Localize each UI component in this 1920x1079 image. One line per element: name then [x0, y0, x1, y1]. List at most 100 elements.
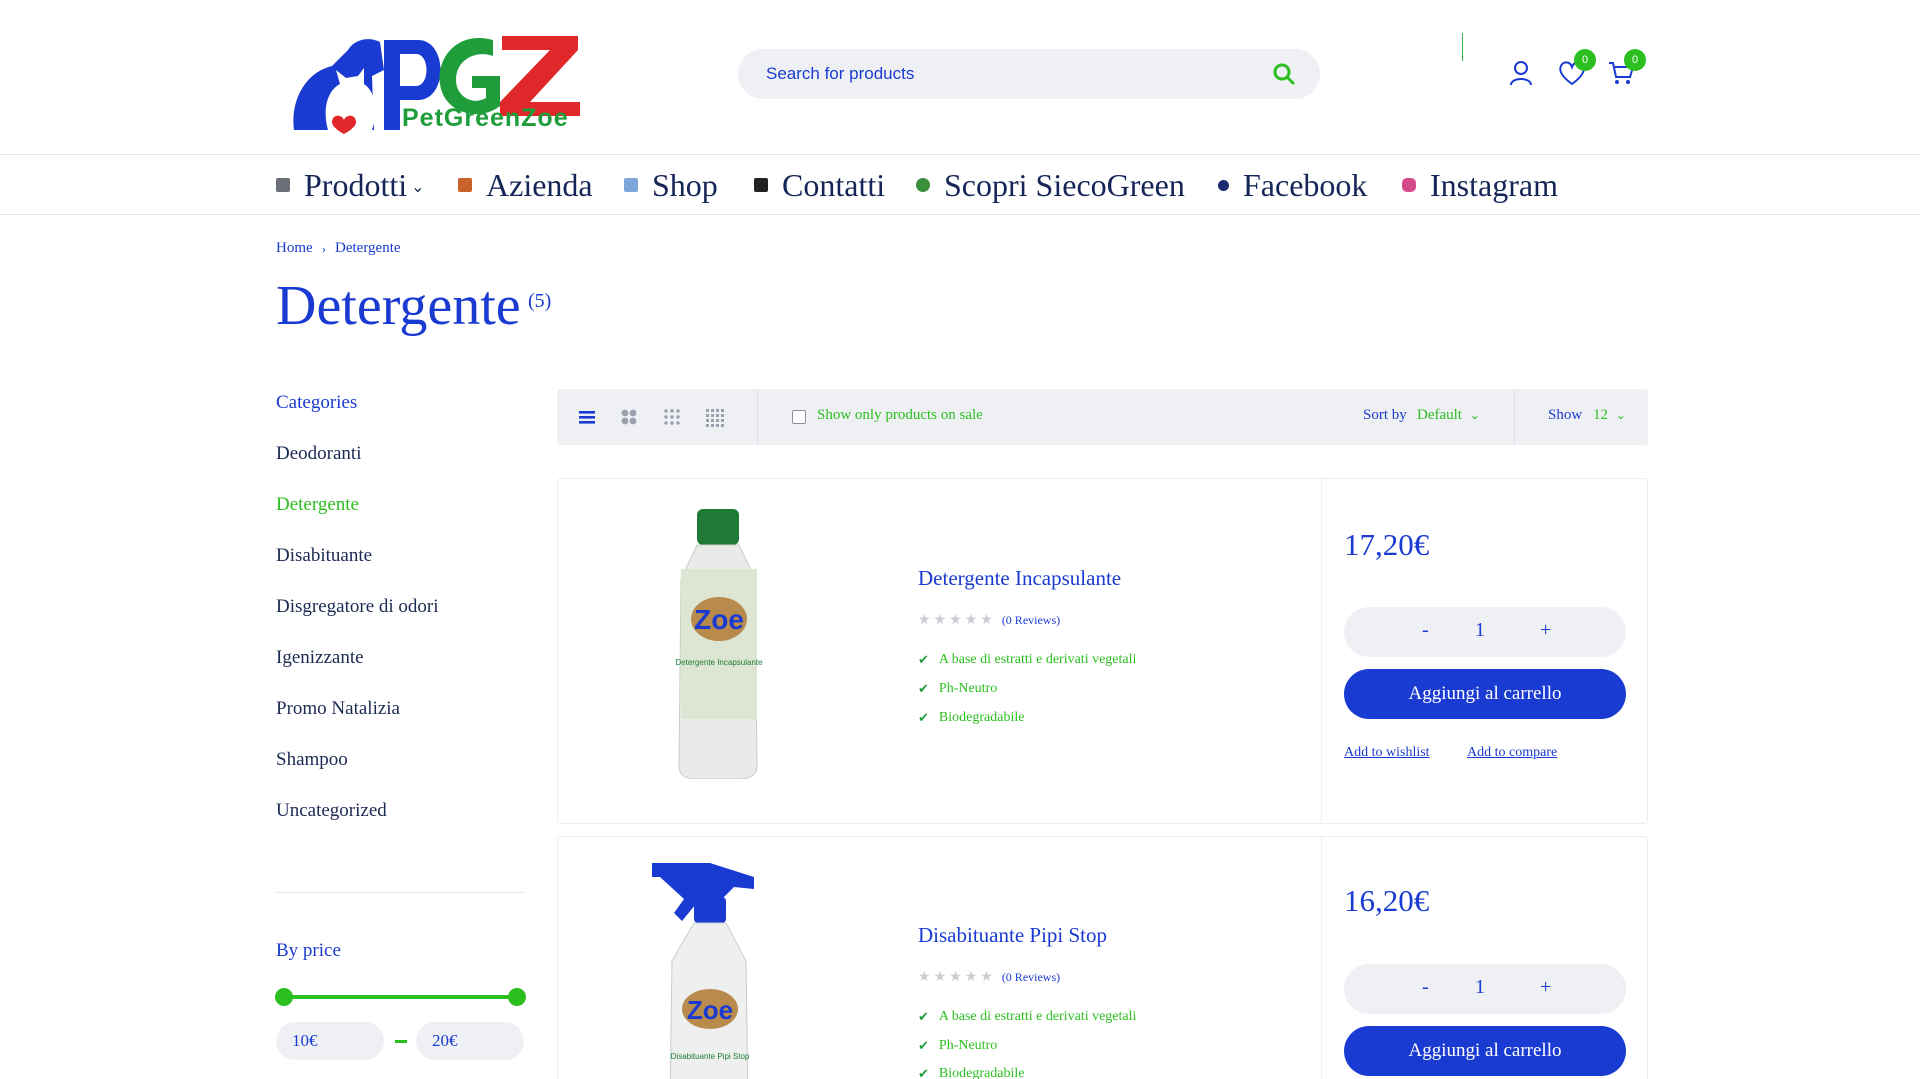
- quantity-value[interactable]: 1: [1475, 619, 1485, 642]
- nav-item-instagram[interactable]: Instagram: [1402, 161, 1558, 209]
- quantity-stepper: - 1 +: [1344, 607, 1626, 657]
- star-icon: ★: [980, 970, 993, 985]
- star-icon: ★: [918, 613, 931, 628]
- quantity-increase-button[interactable]: +: [1540, 619, 1551, 642]
- price-min-input[interactable]: 10€: [276, 1022, 384, 1060]
- account-icon[interactable]: [1506, 58, 1536, 88]
- check-icon: ✔: [918, 652, 929, 668]
- chevron-right-icon: ›: [321, 240, 327, 256]
- quantity-decrease-button[interactable]: -: [1422, 619, 1429, 642]
- logo-text: PetGreenZoe: [402, 104, 569, 132]
- category-link[interactable]: Promo Natalizia: [276, 698, 400, 720]
- check-icon: ✔: [918, 1066, 929, 1079]
- shop-icon: [624, 178, 638, 192]
- rating-stars: ★ ★ ★ ★ ★ (0 Reviews): [918, 612, 1060, 629]
- quantity-increase-button[interactable]: +: [1540, 976, 1551, 999]
- reviews-link[interactable]: (0 Reviews): [1002, 613, 1060, 628]
- breadcrumb-home-link[interactable]: Home: [276, 240, 313, 257]
- category-link[interactable]: Shampoo: [276, 749, 348, 771]
- nav-item-shop[interactable]: Shop: [624, 161, 718, 209]
- bottle-brand-text: Zoe: [687, 995, 733, 1025]
- star-icon: ★: [964, 970, 978, 985]
- feature-text: A base di estratti e derivati vegetali: [938, 1009, 1137, 1024]
- header-divider: [1462, 33, 1463, 61]
- list-view-icon[interactable]: [576, 406, 598, 428]
- categories-heading: Categories: [276, 392, 358, 413]
- site-header: PetGreenZoe 0 0: [0, 0, 1920, 155]
- per-page-dropdown[interactable]: 12 ⌄: [1593, 407, 1626, 424]
- bottle-label-text: Disabituante Pipi Stop: [671, 1052, 750, 1061]
- check-icon: ✔: [918, 710, 929, 726]
- feature-text: Biodegradabile: [938, 710, 1025, 725]
- feature-text: Ph-Neutro: [938, 681, 998, 696]
- feature-item: ✔ Ph-Neutro: [918, 1038, 997, 1054]
- product-price: 16,20€: [1344, 883, 1430, 918]
- product-card: Zoe Disabituante Pipi Stop Disabituante …: [557, 836, 1648, 1079]
- star-icon: ★: [964, 613, 978, 628]
- nav-item-label: Azienda: [486, 166, 593, 203]
- product-price: 17,20€: [1344, 527, 1430, 562]
- sort-label: Sort by: [1363, 407, 1407, 423]
- quantity-value[interactable]: 1: [1475, 976, 1485, 999]
- grid-4-view-icon[interactable]: [703, 406, 725, 428]
- nav-item-scopri-siecogreen[interactable]: Scopri SiecoGreen: [916, 161, 1185, 209]
- price-slider-min-handle[interactable]: [275, 988, 293, 1006]
- search-icon[interactable]: [1271, 61, 1297, 87]
- check-icon: ✔: [918, 1038, 929, 1054]
- nav-item-azienda[interactable]: Azienda: [458, 161, 593, 209]
- check-icon: ✔: [918, 681, 929, 697]
- on-sale-checkbox[interactable]: [792, 410, 806, 424]
- wishlist-count-badge: 0: [1574, 49, 1596, 71]
- per-page-dropdown-value: 12: [1593, 407, 1608, 423]
- category-link[interactable]: Disabituante: [276, 545, 372, 567]
- category-link[interactable]: Igenizzante: [276, 647, 364, 669]
- product-image[interactable]: Zoe Detergente Incapsulante: [673, 509, 763, 779]
- site-logo[interactable]: PetGreenZoe: [288, 10, 593, 140]
- page-title: Detergente: [276, 275, 521, 337]
- reviews-link[interactable]: (0 Reviews): [1002, 970, 1060, 985]
- breadcrumb-current: Detergente: [335, 240, 401, 256]
- contact-card-icon: [754, 178, 768, 192]
- star-icon: ★: [918, 970, 931, 985]
- search-input[interactable]: [766, 49, 1246, 99]
- on-sale-label[interactable]: Show only products on sale: [817, 407, 983, 424]
- add-to-cart-button[interactable]: Aggiungi al carrello: [1344, 669, 1626, 719]
- price-slider-track[interactable]: [282, 995, 516, 999]
- category-link[interactable]: Deodoranti: [276, 443, 361, 465]
- quantity-decrease-button[interactable]: -: [1422, 976, 1429, 999]
- add-to-compare-link[interactable]: Add to compare: [1467, 745, 1557, 761]
- add-to-cart-button[interactable]: Aggiungi al carrello: [1344, 1026, 1626, 1076]
- chevron-down-icon: ⌄: [1469, 408, 1480, 422]
- feature-item: ✔ Biodegradabile: [918, 1066, 1024, 1079]
- star-icon: ★: [949, 970, 962, 985]
- search-bar: [738, 49, 1320, 99]
- nav-item-contatti[interactable]: Contatti: [754, 161, 885, 209]
- sort-dropdown[interactable]: Default ⌄: [1417, 407, 1480, 424]
- add-to-wishlist-link[interactable]: Add to wishlist: [1344, 745, 1430, 761]
- card-divider: [1321, 837, 1322, 1079]
- price-max-input[interactable]: 20€: [416, 1022, 524, 1060]
- product-card: Zoe Detergente Incapsulante Detergente I…: [557, 478, 1648, 824]
- feature-item: ✔ A base di estratti e derivati vegetali: [918, 1009, 1136, 1025]
- price-range-dash: [395, 1040, 407, 1043]
- grid-2-view-icon[interactable]: [618, 406, 640, 428]
- star-icon: ★: [933, 970, 947, 985]
- product-image[interactable]: Zoe Disabituante Pipi Stop: [650, 861, 760, 1079]
- show-label: Show: [1548, 407, 1583, 423]
- category-link[interactable]: Disgregatore di odori: [276, 596, 439, 618]
- product-title-link[interactable]: Detergente Incapsulante: [918, 566, 1121, 591]
- chevron-down-icon: ⌄: [411, 179, 425, 196]
- nav-item-prodotti[interactable]: Prodotti ⌄: [276, 161, 425, 209]
- category-link-active[interactable]: Detergente: [276, 494, 359, 516]
- rating-stars: ★ ★ ★ ★ ★ (0 Reviews): [918, 969, 1060, 986]
- price-slider-max-handle[interactable]: [508, 988, 526, 1006]
- feature-text: A base di estratti e derivati vegetali: [938, 652, 1137, 667]
- category-link[interactable]: Uncategorized: [276, 800, 387, 822]
- product-title-link[interactable]: Disabituante Pipi Stop: [918, 923, 1107, 948]
- nav-item-facebook[interactable]: Facebook: [1218, 161, 1367, 209]
- grid-3-view-icon[interactable]: [661, 406, 683, 428]
- check-icon: ✔: [918, 1009, 929, 1025]
- factory-icon: [458, 178, 472, 192]
- toolbar-divider: [757, 389, 758, 445]
- facebook-icon: [1218, 179, 1229, 191]
